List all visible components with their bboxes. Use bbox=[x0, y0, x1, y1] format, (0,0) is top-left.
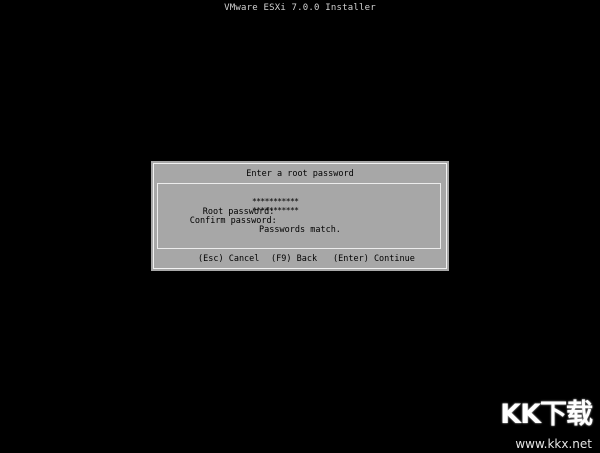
root-password-dialog: Enter a root password Root password: ***… bbox=[151, 161, 449, 271]
password-match-status: Passwords match. bbox=[259, 225, 341, 235]
dialog-actions: (Esc) Cancel (F9) Back (Enter) Continue bbox=[151, 253, 449, 265]
continue-action[interactable]: (Enter) Continue bbox=[333, 253, 415, 265]
installer-title: VMware ESXi 7.0.0 Installer bbox=[224, 3, 376, 13]
confirm-password-row: Confirm password: *********** bbox=[159, 206, 311, 226]
cancel-action[interactable]: (Esc) Cancel bbox=[198, 253, 259, 265]
installer-screen: VMware ESXi 7.0.0 Installer Enter a root… bbox=[0, 0, 600, 453]
back-action[interactable]: (F9) Back bbox=[271, 253, 317, 265]
dialog-title: Enter a root password bbox=[246, 169, 354, 179]
watermark: KK下载 www.kkx.net bbox=[472, 399, 594, 451]
watermark-logo: KK下载 bbox=[500, 399, 593, 430]
watermark-url: www.kkx.net bbox=[515, 437, 592, 451]
root-password-input[interactable]: *********** bbox=[252, 198, 304, 206]
confirm-password-input[interactable]: *********** bbox=[252, 207, 304, 215]
